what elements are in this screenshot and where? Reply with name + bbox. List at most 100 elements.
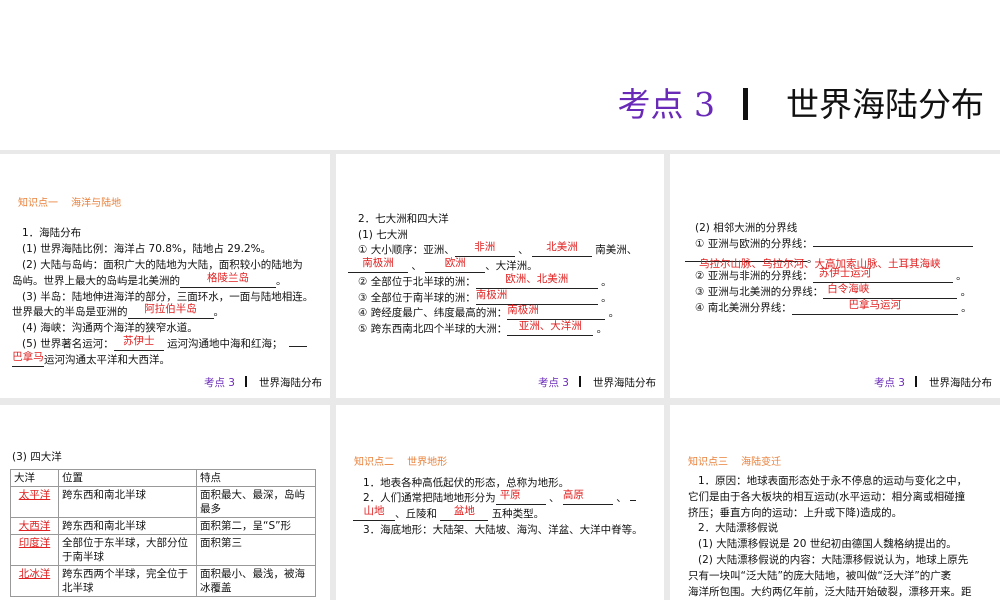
text: ② 全部位于北半球的洲： [358, 276, 476, 288]
text-line: (4) 海峡：沟通两个海洋的狭窄水道。 [22, 322, 198, 334]
cell: 跨东西两个半球，完全位于北半球 [58, 565, 197, 597]
text: 世界最大的半岛是亚洲的 [12, 306, 128, 318]
table-row: 印度洋 全部位于东半球，大部分位于南半球 面积第三 [10, 534, 316, 566]
text: 2．人们通常把陆地地形分为 [363, 492, 496, 504]
answer-blank: 高原 [562, 489, 613, 505]
answer-blank: 北美洲 [531, 241, 592, 257]
text-line: 2．七大洲和四大洋 [358, 213, 449, 225]
answer: 欧洲、北美洲 [505, 273, 569, 285]
answer-blank: 苏伊士 [113, 335, 164, 351]
table-header-row: 大洋 位置 特点 [10, 469, 316, 487]
text-line: 南极洲 、 欧洲 、大洋洲。 [348, 257, 538, 273]
cell: 面积第三 [196, 534, 316, 566]
answer-blank: 格陵兰岛 [180, 272, 276, 288]
text-line: ④ 南北美洲分界线： 巴拿马运河 。 [695, 299, 972, 315]
answer: 非洲 [474, 241, 496, 253]
text-line: (1) 七大洲 [358, 229, 408, 241]
text-line: 2．人们通常把陆地地形分为 平原 、 高原 、 [363, 489, 637, 505]
text-line: 山地 、丘陵和 盆地 五种类型。 [353, 505, 545, 521]
answer-blank: 苏伊士运河 [812, 267, 953, 283]
cell-answer: 太平洋 [10, 486, 59, 518]
text-line: ① 亚洲与欧洲的分界线： [695, 237, 973, 251]
answer-blank: 南极洲 [507, 304, 606, 320]
text-line: (3) 半岛：陆地伸进海洋的部分，三面环水，一面与陆地相连。 [22, 291, 314, 303]
slide-thumb-3[interactable]: (2) 相邻大洲的分界线 ① 亚洲与欧洲的分界线： 乌拉尔山脉、乌拉尔河、大高加… [670, 154, 1000, 398]
text-line: 海洋所包围。大约两亿年前，泛大陆开始破裂，漂移开来。距 [688, 586, 972, 598]
text-line: (2) 大陆漂移假说的内容：大陆漂移假说认为，地球上原先 [698, 554, 969, 566]
text-line: ④ 跨经度最广、纬度最高的洲：南极洲 。 [358, 304, 620, 320]
answer-blank: 平原 [495, 489, 546, 505]
table-row: 太平洋 跨东西和南北半球 面积最大、最深，岛屿最多 [10, 486, 316, 518]
text-line: (1) 世界海陆比例：海洋占 70.8%，陆地占 29.2%。 [22, 243, 272, 255]
text: ② 亚洲与非洲的分界线： [695, 270, 813, 282]
text: 岛屿。世界上最大的岛屿是北美洲的 [12, 275, 180, 287]
text: 五种类型。 [491, 508, 545, 520]
slide-thumb-4[interactable]: (3) 四大洋 大洋 位置 特点 太平洋 跨东西和南北半球 面积最大、最深，岛屿最多 大… [0, 405, 330, 600]
text-line: 岛屿。世界上最大的岛屿是北美洲的 格陵兰岛。 [12, 272, 287, 288]
text-line: ⑤ 跨东西南北四个半球的大洲： 亚洲、大洋洲 。 [358, 320, 608, 336]
answer-blank: 阿拉伯半岛 [127, 303, 214, 319]
answer: 苏伊士 [122, 335, 155, 347]
answer-blank: 非洲 [454, 241, 515, 257]
text: (5) 世界著名运河： [22, 338, 114, 350]
column-header: 特点 [196, 469, 316, 487]
answer: 格陵兰岛 [207, 272, 249, 284]
section-heading: 知识点二 世界地形 [354, 457, 448, 468]
answer: 白令海峡 [827, 283, 870, 295]
page-title: 考点 3 世界海陆分布 [617, 85, 985, 124]
slide-thumb-2[interactable]: 2．七大洲和四大洋 (1) 七大洲 ① 大小顺序：亚洲、 非洲 、 北美洲 南美洲… [336, 154, 664, 398]
answer-blank: 乌拉尔山脉、乌拉尔河、大高加索山脉、土耳其海峡 [685, 258, 941, 270]
answer: 亚洲、大洋洲 [518, 320, 582, 332]
answer-blank: 欧洲、北美洲 [475, 273, 598, 289]
text-line: (2) 大陆与岛屿：面积广大的陆地为大陆，面积较小的陆地为 [22, 259, 303, 271]
text: ④ 南北美洲分界线： [695, 302, 792, 314]
column-header: 大洋 [10, 469, 59, 487]
slide-footer: 考点 3 世界海陆分布 [873, 376, 992, 389]
text: ① 亚洲与欧洲的分界线： [695, 238, 813, 250]
text: 、大洋洲。 [485, 260, 538, 272]
text-line: (3) 四大洋 [12, 451, 62, 463]
text-line: 只有一块叫“泛大陆”的庞大陆地，被叫做“泛大洋”的广袤 [688, 570, 952, 582]
text: ⑤ 跨东西南北四个半球的大洲： [358, 323, 508, 335]
answer: 巴拿马运河 [848, 299, 902, 311]
text-line: 3．海底地形：大陆架、大陆坡、海沟、洋盆、大洋中脊等。 [363, 524, 643, 536]
cell-answer: 北冰洋 [10, 565, 59, 597]
text-line: 1．原因：地球表面形态处于永不停息的运动与变化之中， [698, 475, 968, 487]
title-divider [743, 88, 748, 120]
cell: 面积最小、最浅，被海冰覆盖 [196, 565, 316, 597]
slide-thumb-1[interactable]: 知识点一 海洋与陆地 1．海陆分布 (1) 世界海陆比例：海洋占 70.8%，陆… [0, 154, 330, 398]
answer-blank: 欧洲 [425, 257, 486, 273]
slide-thumb-5[interactable]: 知识点二 世界地形 1．地表各种高低起伏的形态，总称为地形。 2．人们通常把陆地… [336, 405, 664, 600]
answer: 巴拿马 [12, 351, 44, 363]
text-line: 2．大陆漂移假说 [698, 522, 779, 534]
answer-blank [812, 246, 973, 247]
text: ① 大小顺序：亚洲、 [358, 244, 455, 256]
text: 、丘陵和 [395, 508, 437, 520]
cell-answer: 印度洋 [10, 534, 59, 566]
answer: 阿拉伯半岛 [144, 303, 197, 315]
text: ④ 跨经度最广、纬度最高的洲： [358, 307, 508, 319]
text: 运河沟通太平洋和大西洋。 [44, 354, 170, 366]
cell: 跨东西和南北半球 [58, 486, 197, 518]
slide-footer: 考点 3 世界海陆分布 [203, 376, 322, 389]
slide-footer: 考点 3 世界海陆分布 [537, 376, 656, 389]
text-line: ① 大小顺序：亚洲、 非洲 、 北美洲 南美洲、 [358, 241, 638, 257]
answer-blank: 巴拿马运河 [791, 299, 958, 315]
text-line: 乌拉尔山脉、乌拉尔河、大高加索山脉、土耳其海峡。 [685, 252, 941, 270]
answer: 南极洲 [475, 289, 508, 301]
cell-answer: 大西洋 [10, 517, 59, 535]
answer-blank: 亚洲、大洋洲 [507, 320, 594, 336]
cell: 全部位于东半球，大部分位于南半球 [58, 534, 197, 566]
text-line: 它们是由于各大板块的相互运动(水平运动：相分离或相碰撞 [688, 491, 966, 503]
slide-header: 考点 3 世界海陆分布 [0, 0, 1000, 150]
text: 南美洲、 [595, 244, 638, 256]
text-line: (1) 大陆漂移假说是 20 世纪初由德国人魏格纳提出的。 [698, 538, 957, 550]
text-line: 世界最大的半岛是亚洲的 阿拉伯半岛。 [12, 303, 224, 319]
answer: 高原 [562, 489, 584, 501]
section-heading: 知识点三 海陆变迁 [688, 457, 782, 468]
slide-thumb-6[interactable]: 知识点三 海陆变迁 1．原因：地球表面形态处于永不停息的运动与变化之中， 它们是… [670, 405, 1000, 600]
text-line: (5) 世界著名运河： 苏伊士 运河沟通地中海和红海； [22, 335, 307, 351]
text: ③ 亚洲与北美洲的分界线： [695, 286, 824, 298]
table-row: 大西洋 跨东西和南北半球 面积第二，呈“S”形 [10, 517, 316, 535]
section-heading: 知识点一 海洋与陆地 [18, 198, 122, 209]
